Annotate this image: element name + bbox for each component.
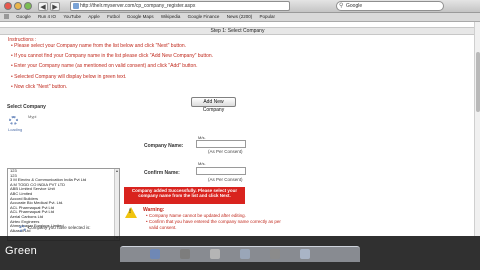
bookmark-item[interactable]: Apple	[88, 13, 100, 21]
select-company-label: Select Company	[7, 104, 46, 110]
bookmark-item[interactable]: Futbol	[107, 13, 120, 21]
back-button[interactable]: ◀	[38, 2, 48, 11]
address-bar[interactable]: http://thelr.myserver.com/cp_company_reg…	[70, 1, 290, 11]
dock-app-icon[interactable]	[150, 249, 160, 259]
loading-caption: Mypi	[28, 114, 37, 119]
warning-line: • Company Name cannot be updated after e…	[146, 213, 246, 218]
loading-spinner-icon	[9, 116, 18, 125]
warning-line: • Confirm that you have entered the comp…	[146, 219, 281, 224]
selected-spinner-icon	[19, 225, 26, 232]
zoom-window-button[interactable]	[24, 2, 32, 10]
close-window-button[interactable]	[4, 2, 12, 10]
scrollbar-thumb[interactable]	[476, 52, 480, 112]
screen: ◀ ▶ http://thelr.myserver.com/cp_company…	[0, 0, 480, 270]
instruction-line: • Selected Company will display below in…	[11, 74, 127, 80]
company-name-hint: (As Per Consent)	[208, 149, 243, 154]
dock-app-icon[interactable]	[300, 249, 310, 259]
instruction-line: • Please select your Company name from t…	[11, 43, 187, 49]
dock-app-icon[interactable]	[180, 249, 190, 259]
bookmark-item[interactable]: News (2200)	[227, 13, 253, 21]
confirm-name-input[interactable]	[196, 167, 246, 175]
dock-app-icon[interactable]	[210, 249, 220, 259]
bookmark-item[interactable]: Popular	[259, 13, 275, 21]
search-icon: ⚲	[339, 3, 344, 9]
bookmark-item[interactable]: Google Finance	[188, 13, 220, 21]
warning-exclamation-icon: !	[129, 209, 131, 215]
minimize-window-button[interactable]	[14, 2, 22, 10]
bookmarks-icon[interactable]	[4, 14, 9, 20]
instruction-line: • Enter your Company name (as mentioned …	[11, 63, 198, 69]
instruction-line: • If you cannot find your Company name i…	[11, 53, 214, 59]
browser-toolbar: ◀ ▶ http://thelr.myserver.com/cp_company…	[0, 0, 480, 13]
bookmark-item[interactable]: Google Maps	[127, 13, 154, 21]
search-placeholder: Google	[346, 3, 363, 9]
search-input[interactable]: ⚲ Google	[336, 1, 444, 11]
loading-text: Loading	[8, 127, 23, 132]
favicon-icon	[73, 3, 79, 9]
success-message: Company added Successfully. Please selec…	[124, 187, 245, 204]
company-name-label: Company Name:	[144, 143, 184, 149]
confirm-name-prefix: M/s.	[198, 161, 206, 166]
bookmark-item[interactable]: YouTube	[63, 13, 81, 21]
confirm-name-label: Confirm Name:	[144, 170, 180, 176]
dock-app-icon[interactable]	[270, 249, 280, 259]
confirm-name-hint: (As Per Consent)	[208, 177, 243, 182]
dock	[120, 246, 360, 262]
warning-line: valid consent.	[149, 225, 177, 230]
dock-app-icon[interactable]	[240, 249, 250, 259]
company-name-input[interactable]	[196, 140, 246, 148]
page-scrollbar[interactable]	[474, 22, 480, 236]
address-text: http://thelr.myserver.com/cp_company_reg…	[80, 3, 196, 9]
bookmark-item[interactable]: Wikipedia	[161, 13, 181, 21]
bookmarks-bar: Google Run 4 IO YouTube Apple Futbol Goo…	[0, 13, 480, 22]
listbox-scrollbar[interactable]: ▲ ▼	[114, 169, 119, 240]
selected-company-text: Company you have selected is:	[28, 225, 91, 230]
step-title: Step 1: Select Company	[0, 27, 475, 35]
forward-button[interactable]: ▶	[50, 2, 60, 11]
instruction-line: • Now click "Next" button.	[11, 84, 68, 90]
add-new-company-button[interactable]: Add New Company	[191, 97, 236, 113]
caption-text: Green	[5, 245, 38, 257]
scroll-up-icon[interactable]: ▲	[115, 169, 119, 173]
bookmark-item[interactable]: Google	[16, 13, 31, 21]
bookmark-item[interactable]: Run 4 IO	[38, 13, 56, 21]
warning-icon	[125, 207, 137, 218]
